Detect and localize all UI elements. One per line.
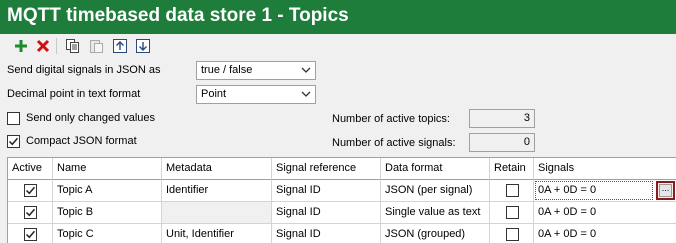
- copy-icon[interactable]: [64, 37, 82, 55]
- title-bar: MQTT timebased data store 1 - Topics: [0, 0, 676, 34]
- table-row-2-name[interactable]: Topic B: [53, 202, 162, 224]
- header-data-format[interactable]: Data format: [381, 158, 490, 180]
- add-icon[interactable]: [12, 37, 30, 55]
- table-row-2-retain[interactable]: [490, 202, 534, 224]
- digital-signals-value: true / false: [201, 64, 253, 76]
- active-topics-field: 3: [469, 109, 535, 128]
- active-topics-label: Number of active topics:: [332, 113, 450, 125]
- checkmark-icon: [25, 230, 36, 239]
- edit-signals-button[interactable]: ...: [656, 181, 675, 200]
- table-row-3-retain[interactable]: [490, 224, 534, 243]
- table-row-3-signals[interactable]: 0A + 0D = 0: [534, 224, 676, 243]
- compact-json-label: Compact JSON format: [26, 135, 137, 147]
- send-changed-checkbox[interactable]: [7, 112, 20, 125]
- table-row-2-active[interactable]: [8, 202, 53, 224]
- send-changed-label: Send only changed values: [26, 112, 156, 124]
- active-signals-value: 0: [523, 136, 530, 148]
- table-row-3-active[interactable]: [8, 224, 53, 243]
- toolbar: [0, 34, 676, 58]
- active-signals-field: 0: [469, 133, 535, 152]
- compact-json-checkbox[interactable]: [7, 135, 20, 148]
- table-row-2-signals[interactable]: 0A + 0D = 0: [534, 202, 676, 224]
- table-row-3-signal-reference[interactable]: Signal ID: [272, 224, 381, 243]
- chevron-down-icon: [301, 91, 311, 97]
- delete-icon[interactable]: [34, 37, 52, 55]
- active-topics-value: 3: [523, 112, 530, 124]
- paste-icon[interactable]: [87, 37, 105, 55]
- retain-checkbox[interactable]: [506, 206, 519, 219]
- move-down-icon[interactable]: [134, 37, 152, 55]
- topics-table: Active Name Metadata Signal reference Da…: [7, 157, 676, 243]
- table-row-1-active[interactable]: [8, 180, 53, 202]
- checkmark-icon: [8, 137, 19, 146]
- header-signals[interactable]: Signals: [534, 158, 676, 180]
- window-title: MQTT timebased data store 1 - Topics: [7, 5, 349, 26]
- decimal-point-value: Point: [201, 88, 227, 100]
- table-row-2-metadata[interactable]: [162, 202, 272, 224]
- digital-signals-label: Send digital signals in JSON as: [7, 64, 161, 76]
- header-retain[interactable]: Retain: [490, 158, 534, 180]
- table-row-2-signal-reference[interactable]: Signal ID: [272, 202, 381, 224]
- header-name[interactable]: Name: [53, 158, 162, 180]
- table-row-2-data-format[interactable]: Single value as text: [381, 202, 490, 224]
- table-row-1-data-format[interactable]: JSON (per signal): [381, 180, 490, 202]
- checkmark-icon: [25, 186, 36, 195]
- header-active[interactable]: Active: [8, 158, 53, 180]
- ellipsis-icon: ...: [659, 184, 672, 197]
- chevron-down-icon: [301, 67, 311, 73]
- decimal-point-label: Decimal point in text format: [7, 88, 141, 100]
- table-row-3-data-format[interactable]: JSON (grouped): [381, 224, 490, 243]
- table-row-1-signals[interactable]: 0A + 0D = 0 ...: [534, 180, 676, 202]
- header-signal-reference[interactable]: Signal reference: [272, 158, 381, 180]
- table-row-1-name[interactable]: Topic A: [53, 180, 162, 202]
- table-row-1-metadata[interactable]: Identifier: [162, 180, 272, 202]
- table-row-3-metadata[interactable]: Unit, Identifier: [162, 224, 272, 243]
- active-checkbox[interactable]: [24, 206, 37, 219]
- toolbar-separator: [56, 38, 57, 54]
- retain-checkbox[interactable]: [506, 184, 519, 197]
- decimal-point-dropdown[interactable]: Point: [196, 85, 316, 104]
- retain-checkbox[interactable]: [506, 228, 519, 241]
- table-row-1-retain[interactable]: [490, 180, 534, 202]
- table-row-1-signal-reference[interactable]: Signal ID: [272, 180, 381, 202]
- header-metadata[interactable]: Metadata: [162, 158, 272, 180]
- checkmark-icon: [25, 208, 36, 217]
- digital-signals-dropdown[interactable]: true / false: [196, 61, 316, 80]
- table-row-3-name[interactable]: Topic C: [53, 224, 162, 243]
- active-checkbox[interactable]: [24, 184, 37, 197]
- active-signals-label: Number of active signals:: [332, 137, 456, 149]
- move-up-icon[interactable]: [111, 37, 129, 55]
- active-checkbox[interactable]: [24, 228, 37, 241]
